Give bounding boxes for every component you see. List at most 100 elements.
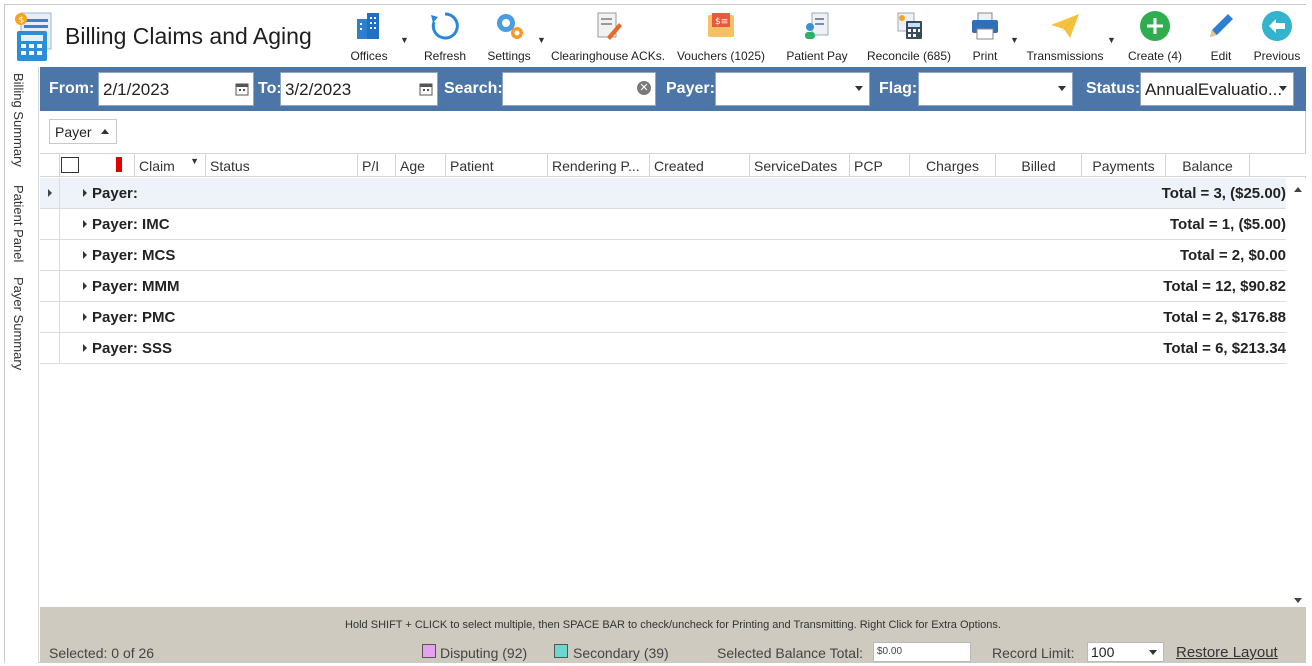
group-row[interactable]: Payer: MCS Total = 2, $0.00 [40, 240, 1286, 271]
group-row[interactable]: Payer: PMC Total = 2, $176.88 [40, 302, 1286, 333]
flag-column-icon [116, 157, 122, 172]
to-date-input[interactable]: 3/2/2023 [280, 72, 438, 106]
disputing-legend[interactable]: Disputing (92) [440, 645, 527, 661]
group-label: Payer: MMM [92, 278, 180, 295]
column-header-charges[interactable]: Charges [910, 154, 996, 177]
column-header-rendering-provider[interactable]: Rendering P... [548, 154, 650, 177]
selected-balance-field: $0.00 [873, 642, 971, 662]
expand-group-icon[interactable] [83, 220, 87, 228]
scroll-up-icon[interactable] [1294, 187, 1302, 192]
group-total: Total = 12, $90.82 [1163, 278, 1286, 295]
chevron-down-icon [1279, 86, 1287, 91]
vertical-scrollbar[interactable] [1290, 178, 1306, 612]
expand-group-icon[interactable] [83, 282, 87, 290]
app-window: $ Billing Claims and Aging Offices ▼ Ref… [4, 4, 1307, 663]
row-header [40, 240, 60, 271]
expand-group-icon[interactable] [83, 313, 87, 321]
create-button[interactable]: Create (4) [1123, 5, 1187, 65]
previous-label: Previous [1253, 49, 1301, 63]
column-header-payments[interactable]: Payments [1082, 154, 1166, 177]
column-header-claim[interactable]: Claim ▼ [134, 154, 206, 177]
transmissions-button[interactable]: Transmissions [1025, 5, 1105, 65]
restore-layout-link[interactable]: Restore Layout [1176, 644, 1278, 661]
gear-icon [497, 14, 523, 39]
toolbar: $ Billing Claims and Aging Offices ▼ Ref… [5, 5, 1307, 67]
disputing-swatch [422, 644, 436, 658]
group-row[interactable]: Payer: Total = 3, ($25.00) [40, 178, 1286, 209]
expand-group-icon[interactable] [83, 344, 87, 352]
column-label: P/I [362, 158, 380, 174]
column-header-age[interactable]: Age [396, 154, 446, 177]
settings-dropdown-caret-icon[interactable]: ▼ [537, 35, 546, 45]
calendar-icon[interactable] [419, 82, 433, 96]
clearinghouse-acks-button[interactable]: Clearinghouse ACKs. [551, 5, 665, 65]
offices-dropdown-caret-icon[interactable]: ▼ [400, 35, 409, 45]
header-check-col [88, 154, 110, 177]
column-header-billed[interactable]: Billed [996, 154, 1082, 177]
side-rail: Billing Summary Patient Panel Payer Summ… [5, 67, 39, 663]
rail-tab-billing-summary[interactable]: Billing Summary [11, 73, 26, 167]
offices-button[interactable]: Offices [345, 5, 393, 65]
clear-search-icon[interactable]: ✕ [637, 81, 651, 95]
refresh-button[interactable]: Refresh [422, 5, 468, 65]
reconcile-label: Reconcile (685) [866, 49, 952, 63]
column-header-patient[interactable]: Patient [446, 154, 548, 177]
billing-calculator-logo-icon: $ [13, 11, 59, 63]
paper-plane-icon [1051, 14, 1079, 38]
search-label: Search: [444, 80, 503, 97]
column-header-balance[interactable]: Balance [1166, 154, 1250, 177]
arrow-left-circle-icon [1262, 11, 1292, 41]
group-total: Total = 3, ($25.00) [1161, 185, 1286, 202]
rail-tab-payer-summary[interactable]: Payer Summary [11, 277, 26, 370]
payer-label: Payer: [666, 80, 715, 97]
from-date-input[interactable]: 2/1/2023 [98, 72, 254, 106]
column-header-pi[interactable]: P/I [358, 154, 396, 177]
expand-group-icon[interactable] [83, 251, 87, 259]
flag-select[interactable] [918, 72, 1073, 106]
group-label: Payer: SSS [92, 340, 173, 357]
reconcile-button[interactable]: Reconcile (685) [863, 5, 955, 65]
secondary-legend[interactable]: Secondary (39) [573, 645, 669, 661]
print-dropdown-caret-icon[interactable]: ▼ [1010, 35, 1019, 45]
clearinghouse-acks-label: Clearinghouse ACKs. [550, 49, 666, 63]
calendar-icon[interactable] [235, 82, 249, 96]
column-header-service-dates[interactable]: ServiceDates [750, 154, 850, 177]
offices-label: Offices [350, 49, 388, 63]
patient-pay-button[interactable]: Patient Pay [781, 5, 853, 65]
from-date-value: 2/1/2023 [103, 80, 170, 99]
edit-button[interactable]: Edit [1201, 5, 1241, 65]
vouchers-button[interactable]: $≡ Vouchers (1025) [673, 5, 769, 65]
header-spacer [40, 154, 60, 177]
group-row[interactable]: Payer: SSS Total = 6, $213.34 [40, 333, 1286, 364]
sort-dropdown-icon[interactable]: ▼ [190, 156, 199, 166]
column-label: Patient [450, 158, 494, 174]
expand-group-icon[interactable] [83, 189, 87, 197]
calculator-icon [897, 12, 922, 39]
to-label: To: [258, 80, 282, 97]
refresh-label: Refresh [423, 49, 467, 63]
transmissions-dropdown-caret-icon[interactable]: ▼ [1107, 35, 1116, 45]
selected-balance-label: Selected Balance Total: [717, 645, 864, 661]
payer-select[interactable] [715, 72, 870, 106]
status-select[interactable]: AnnualEvaluatio... [1140, 72, 1294, 106]
selected-balance-value: $0.00 [877, 646, 903, 657]
previous-button[interactable]: Previous [1251, 5, 1303, 65]
group-row[interactable]: Payer: IMC Total = 1, ($5.00) [40, 209, 1286, 240]
group-row[interactable]: Payer: MMM Total = 12, $90.82 [40, 271, 1286, 302]
column-header-created[interactable]: Created [650, 154, 750, 177]
column-header-status[interactable]: Status [206, 154, 358, 177]
settings-label: Settings [487, 49, 531, 63]
rail-tab-patient-panel[interactable]: Patient Panel [11, 185, 26, 262]
group-by-payer-chip[interactable]: Payer [49, 119, 117, 144]
record-limit-select[interactable]: 100 [1087, 642, 1164, 662]
print-button[interactable]: Print [963, 5, 1007, 65]
column-label: Claim [139, 158, 175, 174]
select-all-checkbox[interactable] [61, 157, 79, 173]
column-header-pcp[interactable]: PCP [850, 154, 910, 177]
pencil-icon [1210, 14, 1233, 37]
scroll-down-icon[interactable] [1294, 598, 1302, 603]
search-input[interactable]: ✕ [502, 72, 656, 106]
column-label: Rendering P... [552, 158, 640, 174]
row-header [40, 178, 60, 209]
settings-button[interactable]: Settings [481, 5, 537, 65]
